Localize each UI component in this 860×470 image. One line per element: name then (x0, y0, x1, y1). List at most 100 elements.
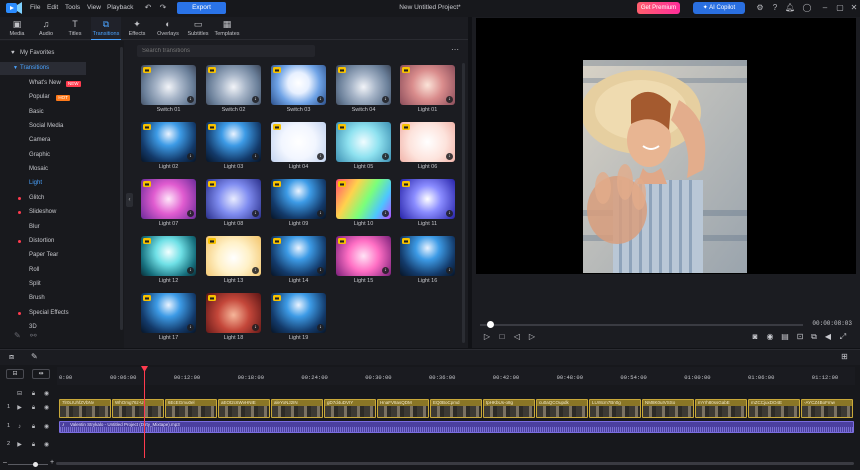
sidebar-item-paper-tear[interactable]: Paper Tear (0, 249, 124, 262)
link-icon[interactable]: ⚯ (30, 331, 37, 340)
menu-item-tools[interactable]: Tools (65, 4, 80, 11)
video-clip[interactable]: cu0aQCOupdk (536, 399, 588, 418)
download-icon[interactable]: ↓ (446, 210, 453, 217)
sidebar-item-blur[interactable]: Blur (0, 221, 124, 234)
transition-card[interactable]: ↓ Switch 04 (336, 65, 391, 115)
sidebar-item-distortion[interactable]: Distortion (0, 235, 124, 248)
transition-thumbnail[interactable]: ↓ (400, 236, 455, 276)
transition-thumbnail[interactable]: ↓ (271, 293, 326, 333)
transition-card[interactable]: ↓ Light 19 (271, 293, 326, 343)
fit-timeline-icon[interactable]: ⇹ (32, 369, 50, 379)
download-icon[interactable]: ↓ (446, 267, 453, 274)
visibility-icon[interactable]: ◉ (42, 423, 51, 432)
download-icon[interactable]: ↓ (187, 96, 194, 103)
collapse-sidebar-button[interactable]: ‹ (126, 193, 133, 207)
transition-card[interactable]: ↓ Switch 02 (206, 65, 261, 115)
video-clip[interactable]: mZCCjuxDO4E (748, 399, 800, 418)
transition-thumbnail[interactable]: ↓ (336, 179, 391, 219)
transition-card[interactable]: ↓ Light 05 (336, 122, 391, 172)
more-options-icon[interactable]: ⋯ (450, 45, 460, 55)
menu-item-playback[interactable]: Playback (107, 4, 133, 11)
download-icon[interactable]: ↓ (187, 153, 194, 160)
transition-thumbnail[interactable]: ↓ (271, 65, 326, 105)
search-box[interactable] (137, 45, 315, 57)
transition-card[interactable]: ↓ Light 15 (336, 236, 391, 286)
export-button[interactable]: Export (177, 2, 226, 14)
video-clip[interactable]: LUr8cm7Bn0g (589, 399, 641, 418)
ai-copilot-button[interactable]: ✦ AI Copilot (693, 2, 745, 14)
transition-card[interactable]: ↓ Light 10 (336, 179, 391, 229)
transition-card[interactable]: ↓ Light 12 (141, 236, 196, 286)
video-clip[interactable]: -AYCZ4BoFmw (801, 399, 853, 418)
close-icon[interactable]: ✕ (849, 3, 859, 13)
visibility-icon[interactable]: ◉ (42, 390, 51, 399)
undo-icon[interactable]: ↶ (143, 3, 153, 13)
download-icon[interactable]: ↓ (382, 96, 389, 103)
add-track-icon[interactable]: ⊟ (6, 369, 24, 379)
video-clip[interactable]: aleYoNJ2IN (271, 399, 323, 418)
transition-thumbnail[interactable]: ↓ (206, 236, 261, 276)
menu-item-file[interactable]: File (30, 4, 40, 11)
seek-handle[interactable] (487, 321, 494, 328)
help-icon[interactable]: ? (770, 3, 780, 13)
download-icon[interactable]: ↓ (382, 267, 389, 274)
search-input[interactable] (142, 45, 312, 57)
previous-frame-icon[interactable]: ◁ (512, 332, 522, 342)
transition-card[interactable]: ↓ Light 02 (141, 122, 196, 172)
transition-thumbnail[interactable]: ↓ (141, 122, 196, 162)
get-premium-button[interactable]: Get Premium (637, 2, 680, 14)
volume-icon[interactable]: ◀︎ (823, 332, 833, 342)
magic-wand-icon[interactable]: ✎ (14, 331, 21, 340)
download-icon[interactable]: ↓ (317, 96, 324, 103)
video-clip[interactable]: aEOt2c6WvHNIE (218, 399, 270, 418)
download-icon[interactable]: ↓ (252, 96, 259, 103)
download-icon[interactable]: ↓ (252, 153, 259, 160)
download-icon[interactable]: ↓ (252, 267, 259, 274)
transition-thumbnail[interactable]: ↓ (206, 65, 261, 105)
video-clip[interactable]: EQ0BoCpmd (430, 399, 482, 418)
transition-card[interactable]: ↓ Light 09 (271, 179, 326, 229)
library-scrollbar[interactable] (462, 63, 465, 343)
download-icon[interactable]: ↓ (252, 210, 259, 217)
transition-thumbnail[interactable]: ↓ (336, 122, 391, 162)
video-clip[interactable]: NM8K0uIVSSo (642, 399, 694, 418)
select-tool-icon[interactable]: ⧈ (9, 352, 19, 362)
tab-titles[interactable]: T Titles (60, 17, 90, 40)
transition-thumbnail[interactable]: ↓ (141, 236, 196, 276)
transition-card[interactable]: ↓ Switch 01 (141, 65, 196, 115)
fullscreen-icon[interactable]: ⤢ (838, 332, 848, 342)
download-icon[interactable]: ↓ (187, 210, 194, 217)
video-clip[interactable]: 6EcEGmu0el (165, 399, 217, 418)
zoom-in-icon[interactable]: + (50, 459, 54, 466)
sidebar-item-roll[interactable]: Roll (0, 264, 124, 277)
video-track-icon[interactable]: ▶ (15, 441, 24, 450)
playhead[interactable] (144, 368, 145, 458)
tab-transitions[interactable]: ⧉ Transitions (91, 17, 121, 40)
transition-card[interactable]: ↓ Light 14 (271, 236, 326, 286)
video-clip[interactable]: tpHKbUs-o8g (483, 399, 535, 418)
transition-thumbnail[interactable]: ↓ (206, 122, 261, 162)
transition-thumbnail[interactable]: ↓ (271, 236, 326, 276)
minimize-icon[interactable]: – (820, 3, 830, 13)
redo-icon[interactable]: ↷ (158, 3, 168, 13)
sidebar-item-transitions[interactable]: ▼ Transitions (0, 62, 86, 75)
settings-icon[interactable]: ⚙ (755, 3, 765, 13)
next-frame-icon[interactable]: ▷ (527, 332, 537, 342)
sidebar-item-graphic[interactable]: Graphic (0, 149, 124, 162)
sidebar-item-social-media[interactable]: Social Media (0, 120, 124, 133)
tab-effects[interactable]: ✦ Effects (122, 17, 152, 40)
user-icon[interactable]: ◯ (802, 3, 812, 13)
video-clip[interactable]: 7lr0LIUhfZVbNv (59, 399, 111, 418)
download-icon[interactable]: ↓ (252, 324, 259, 331)
transition-thumbnail[interactable]: ↓ (206, 293, 261, 333)
sidebar-item-light[interactable]: Light (0, 177, 124, 190)
video-clip[interactable]: HnaFV8asQDM (377, 399, 429, 418)
sidebar-item-camera[interactable]: Camera (0, 134, 124, 147)
video-track-icon[interactable]: ▶ (15, 404, 24, 413)
sidebar-item-split[interactable]: Split (0, 278, 124, 291)
menu-item-edit[interactable]: Edit (47, 4, 58, 11)
sidebar-item-popular[interactable]: Popular HOT (0, 91, 124, 104)
sidebar-item-special-effects[interactable]: Special Effects (0, 307, 124, 320)
notification-icon[interactable]: 🔔︎ (785, 3, 795, 13)
timeline-settings-icon[interactable]: ⊞ (841, 352, 851, 362)
